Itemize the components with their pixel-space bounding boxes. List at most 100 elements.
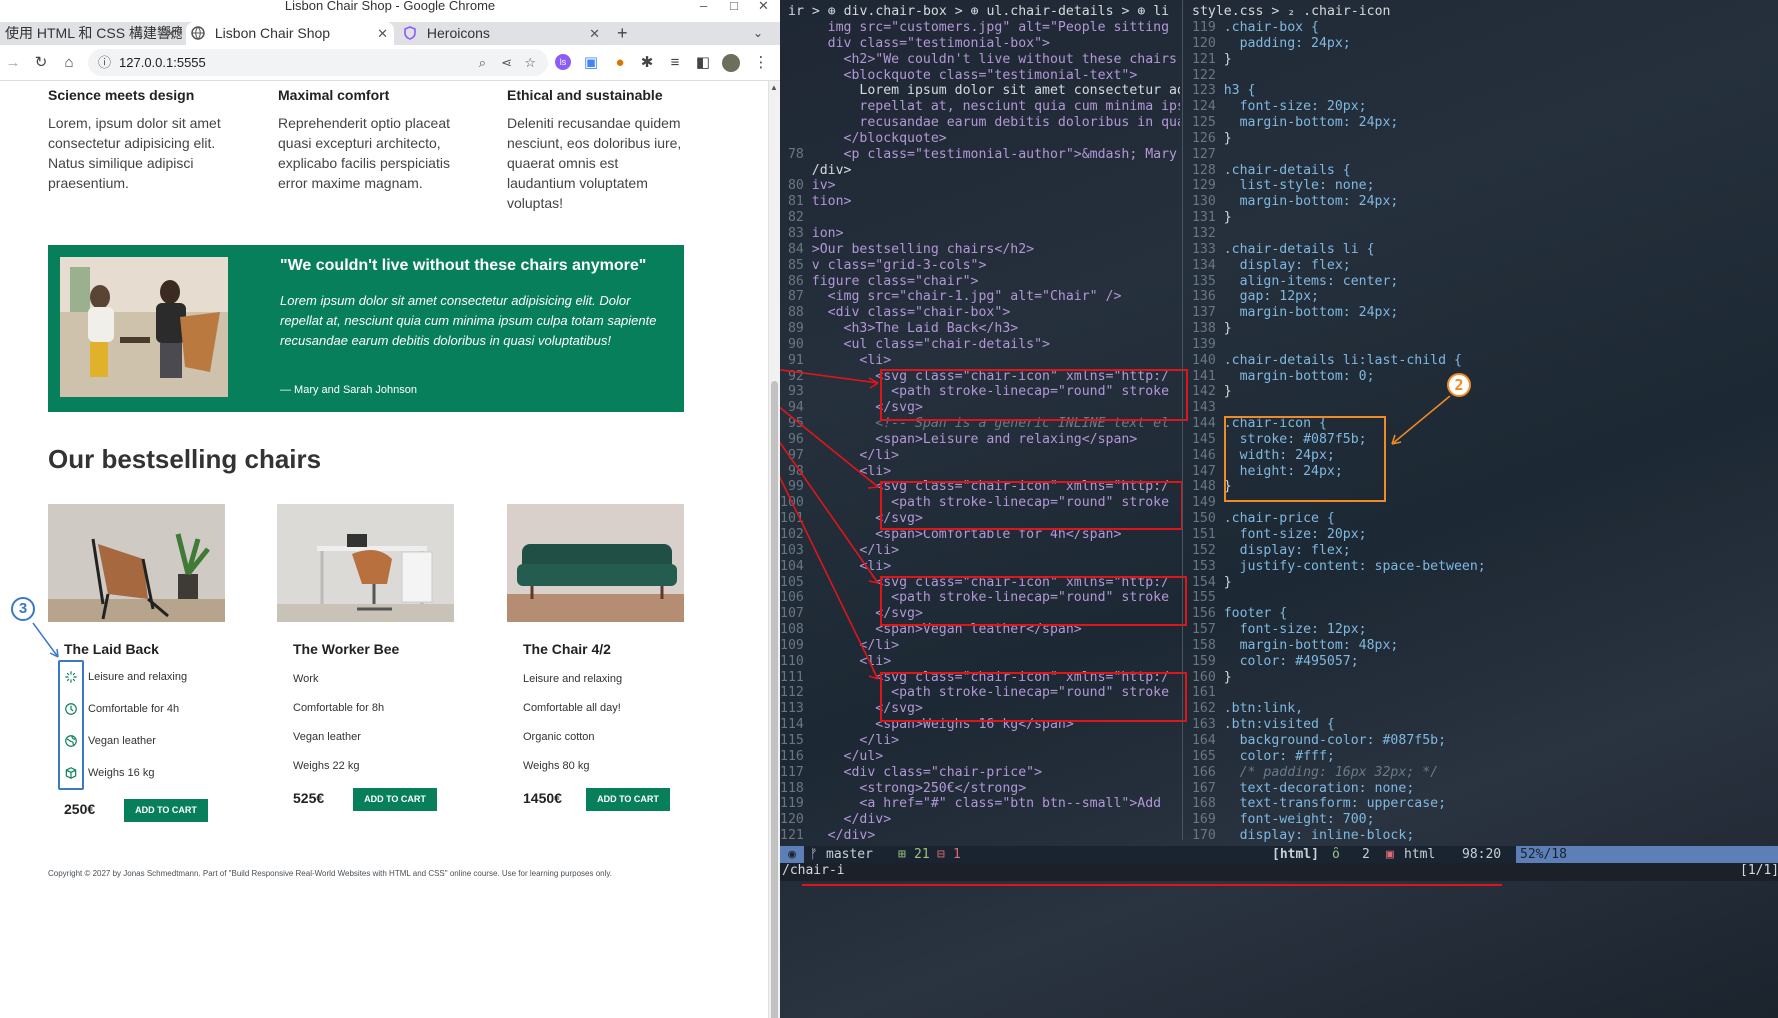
page-scrollbar[interactable]: ▲ <box>768 81 780 1018</box>
code-line[interactable]: 165 color: #fff; <box>1184 749 1774 765</box>
extensions-puzzle-icon[interactable]: ✱ <box>638 54 656 72</box>
back-icon[interactable]: → <box>4 54 22 72</box>
code-line[interactable]: 136 gap: 12px; <box>1184 289 1774 305</box>
side-panel-icon[interactable]: ◧ <box>694 54 712 72</box>
tab-heroicons[interactable]: Heroicons ✕ <box>398 22 606 45</box>
add-to-cart-button[interactable]: ADD TO CART <box>586 788 670 811</box>
code-line[interactable]: 128 .chair-details { <box>1184 163 1774 179</box>
code-line[interactable]: 81 tion> <box>780 194 1180 210</box>
profile-avatar[interactable] <box>722 54 740 72</box>
code-line[interactable]: <blockquote class="testimonial-text"> <box>780 68 1180 84</box>
code-line[interactable]: 154 } <box>1184 575 1774 591</box>
code-line[interactable]: Lorem ipsum dolor sit amet consectetur a… <box>780 83 1180 99</box>
bookmark-star-icon[interactable]: ☆ <box>524 49 536 76</box>
code-line[interactable]: 123 h3 { <box>1184 83 1774 99</box>
add-to-cart-button[interactable]: ADD TO CART <box>124 799 208 822</box>
scrollbar-thumb[interactable] <box>771 381 778 1018</box>
reload-icon[interactable]: ↻ <box>32 54 50 72</box>
code-line[interactable]: 140 .chair-details li:last-child { <box>1184 353 1774 369</box>
code-line[interactable]: 143 <box>1184 400 1774 416</box>
kebab-menu-icon[interactable]: ⋮ <box>752 54 770 72</box>
code-line[interactable]: 80 iv> <box>780 178 1180 194</box>
code-line[interactable]: 83 ion> <box>780 226 1180 242</box>
tab-html-css-course[interactable]: 使用 HTML 和 CSS 構建響應 ✕ <box>0 22 182 45</box>
code-line[interactable]: 88 <div class="chair-box"> <box>780 305 1180 321</box>
code-line[interactable]: 117 <div class="chair-price"> <box>780 765 1180 781</box>
code-line[interactable]: 170 display: inline-block; <box>1184 828 1774 844</box>
code-line[interactable]: 159 color: #495057; <box>1184 654 1774 670</box>
code-line[interactable]: recusandae earum debitis doloribus in qu… <box>780 115 1180 131</box>
add-to-cart-button[interactable]: ADD TO CART <box>353 788 437 811</box>
code-line[interactable]: 129 list-style: none; <box>1184 178 1774 194</box>
code-line[interactable]: <h2>"We couldn't live without these chai… <box>780 52 1180 68</box>
code-line[interactable]: 158 margin-bottom: 48px; <box>1184 638 1774 654</box>
address-bar[interactable]: ⓘ 127.0.0.1:5555 ⌕ ⋖ ☆ <box>88 49 548 76</box>
code-line[interactable]: 134 display: flex; <box>1184 258 1774 274</box>
code-line[interactable]: 139 <box>1184 337 1774 353</box>
code-line[interactable]: div class="testimonial-box"> <box>780 36 1180 52</box>
code-line[interactable]: 168 text-transform: uppercase; <box>1184 796 1774 812</box>
media-queue-icon[interactable]: ≡ <box>666 54 684 72</box>
code-line[interactable]: 86 figure class="chair"> <box>780 274 1180 290</box>
code-line[interactable]: 120 </div> <box>780 812 1180 828</box>
code-line[interactable]: 160 } <box>1184 670 1774 686</box>
code-line[interactable]: 164 background-color: #087f5b; <box>1184 733 1774 749</box>
code-line[interactable]: 121 </div> <box>780 828 1180 844</box>
code-line[interactable]: 169 font-weight: 700; <box>1184 812 1774 828</box>
close-tab-icon[interactable]: ✕ <box>165 22 176 45</box>
code-line[interactable]: 119 .chair-box { <box>1184 20 1774 36</box>
code-line[interactable]: 161 <box>1184 685 1774 701</box>
home-icon[interactable]: ⌂ <box>60 54 78 72</box>
extension-ls-icon[interactable]: ls <box>555 54 571 70</box>
code-line[interactable]: 116 </ul> <box>780 749 1180 765</box>
code-line[interactable]: 166 /* padding: 16px 32px; */ <box>1184 765 1774 781</box>
code-line[interactable]: 131 } <box>1184 210 1774 226</box>
code-line[interactable]: 151 font-size: 20px; <box>1184 527 1774 543</box>
code-line[interactable]: 89 <h3>The Laid Back</h3> <box>780 321 1180 337</box>
tab-search-chevron-icon[interactable]: ⌄ <box>753 22 763 45</box>
code-line[interactable]: 122 <box>1184 68 1774 84</box>
code-line[interactable]: 162 .btn:link, <box>1184 701 1774 717</box>
code-line[interactable]: 157 font-size: 12px; <box>1184 622 1774 638</box>
close-tab-icon[interactable]: ✕ <box>589 22 600 45</box>
code-line[interactable]: 152 display: flex; <box>1184 543 1774 559</box>
code-line[interactable]: 90 <ul class="chair-details"> <box>780 337 1180 353</box>
code-line[interactable]: </blockquote> <box>780 131 1180 147</box>
maximize-icon[interactable]: □ <box>730 0 738 12</box>
code-line[interactable]: 125 margin-bottom: 24px; <box>1184 115 1774 131</box>
code-line[interactable]: 130 margin-bottom: 24px; <box>1184 194 1774 210</box>
code-line[interactable]: 120 padding: 24px; <box>1184 36 1774 52</box>
code-line[interactable]: 119 <a href="#" class="btn btn--small">A… <box>780 796 1180 812</box>
code-line[interactable]: 121 } <box>1184 52 1774 68</box>
code-line[interactable]: 155 <box>1184 590 1774 606</box>
code-line[interactable]: 115 </li> <box>780 733 1180 749</box>
command-line[interactable]: /chair-i [1/1] <box>780 863 1778 886</box>
code-line[interactable]: 167 text-decoration: none; <box>1184 781 1774 797</box>
cookie-icon[interactable]: ● <box>611 54 629 72</box>
code-line[interactable]: 84 >Our bestselling chairs</h2> <box>780 242 1180 258</box>
tab-lisbon-chair-shop[interactable]: Lisbon Chair Shop ✕ <box>186 22 394 45</box>
code-line[interactable]: 82 <box>780 210 1180 226</box>
code-line[interactable]: 142 } <box>1184 384 1774 400</box>
code-line[interactable]: 126 } <box>1184 131 1774 147</box>
share-icon[interactable]: ⋖ <box>501 49 512 76</box>
code-line[interactable]: repellat at, nesciunt quia cum minima ip… <box>780 99 1180 115</box>
code-line[interactable]: 78 <p class="testimonial-author">&mdash;… <box>780 147 1180 163</box>
code-line[interactable]: img src="customers.jpg" alt="People sitt… <box>780 20 1180 36</box>
close-icon[interactable]: ✕ <box>758 0 769 12</box>
code-line[interactable]: 137 margin-bottom: 24px; <box>1184 305 1774 321</box>
code-line[interactable]: 124 font-size: 20px; <box>1184 99 1774 115</box>
code-line[interactable]: 133 .chair-details li { <box>1184 242 1774 258</box>
code-line[interactable]: 127 <box>1184 147 1774 163</box>
code-line[interactable]: 163 .btn:visited { <box>1184 717 1774 733</box>
code-line[interactable]: /div> <box>780 163 1180 179</box>
code-line[interactable]: 141 margin-bottom: 0; <box>1184 369 1774 385</box>
zoom-icon[interactable]: ⌕ <box>479 49 486 76</box>
code-line[interactable]: 138 } <box>1184 321 1774 337</box>
new-tab-icon[interactable]: + <box>617 22 628 45</box>
close-tab-icon[interactable]: ✕ <box>377 22 388 45</box>
code-line[interactable]: 132 <box>1184 226 1774 242</box>
code-line[interactable]: 150 .chair-price { <box>1184 511 1774 527</box>
code-line[interactable]: 153 justify-content: space-between; <box>1184 559 1774 575</box>
code-line[interactable]: 85 v class="grid-3-cols"> <box>780 258 1180 274</box>
